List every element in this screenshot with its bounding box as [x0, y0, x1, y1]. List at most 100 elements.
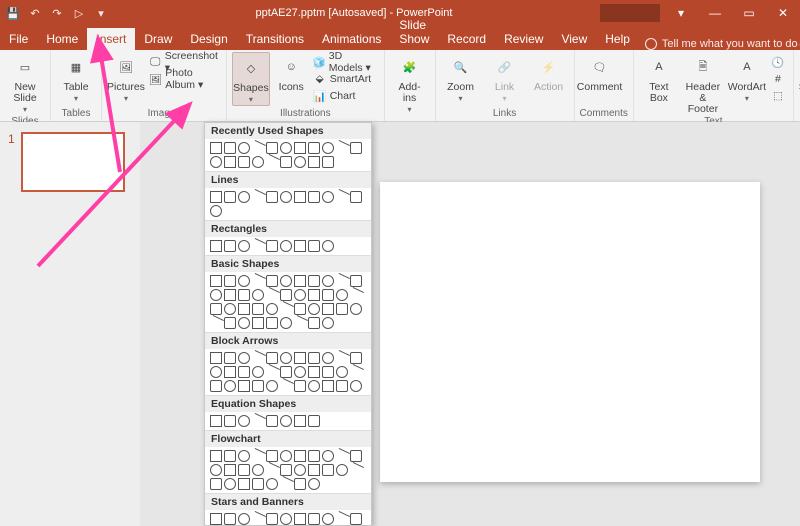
shape-item[interactable]: [322, 156, 334, 168]
maximize-button[interactable]: ▭: [732, 0, 766, 26]
shape-item[interactable]: [238, 352, 250, 364]
shape-item[interactable]: [210, 464, 222, 476]
shape-item[interactable]: [334, 140, 350, 156]
shape-item[interactable]: [322, 366, 334, 378]
shape-item[interactable]: [224, 366, 236, 378]
shape-item[interactable]: [294, 380, 306, 392]
shape-item[interactable]: [250, 273, 266, 289]
shape-item[interactable]: [322, 303, 334, 315]
shape-item[interactable]: [336, 380, 348, 392]
shape-item[interactable]: [322, 352, 334, 364]
shape-item[interactable]: [238, 450, 250, 462]
shape-item[interactable]: [294, 191, 306, 203]
shape-item[interactable]: [334, 350, 350, 366]
close-button[interactable]: ✕: [766, 0, 800, 26]
shape-item[interactable]: [294, 450, 306, 462]
undo-icon[interactable]: ↶: [28, 6, 42, 20]
shape-item[interactable]: [322, 317, 334, 329]
shape-item[interactable]: [238, 303, 250, 315]
shape-item[interactable]: [278, 378, 294, 394]
shape-item[interactable]: [210, 275, 222, 287]
shape-item[interactable]: [322, 513, 334, 525]
shape-item[interactable]: [348, 364, 364, 380]
tab-animations[interactable]: Animations: [313, 28, 390, 50]
shape-item[interactable]: [348, 462, 364, 478]
shape-item[interactable]: [334, 189, 350, 205]
shape-item[interactable]: [264, 364, 280, 380]
shape-item[interactable]: [264, 154, 280, 170]
shape-item[interactable]: [238, 240, 250, 252]
models-button[interactable]: 🧊3D Models ▾: [313, 54, 379, 70]
header-button[interactable]: 🗎Header& Footer: [683, 52, 723, 115]
shape-item[interactable]: [224, 478, 236, 490]
shape-item[interactable]: [210, 415, 222, 427]
shape-item[interactable]: [210, 450, 222, 462]
redo-icon[interactable]: ↷: [50, 6, 64, 20]
shape-item[interactable]: [252, 464, 264, 476]
shape-item[interactable]: [280, 240, 292, 252]
shape-item[interactable]: [238, 464, 250, 476]
smartart-button[interactable]: ⬙SmartArt: [313, 71, 379, 87]
shape-item[interactable]: [266, 380, 278, 392]
shape-item[interactable]: [280, 366, 292, 378]
shape-item[interactable]: [250, 413, 266, 429]
shape-item[interactable]: [266, 191, 278, 203]
shape-item[interactable]: [278, 476, 294, 492]
shape-item[interactable]: [278, 301, 294, 317]
icons-button[interactable]: ☺Icons: [274, 52, 309, 93]
shape-item[interactable]: [292, 315, 308, 331]
photo_album-button[interactable]: 🖼Photo Album ▾: [149, 71, 221, 87]
shape-item[interactable]: [238, 191, 250, 203]
obj-button[interactable]: ⬚: [771, 88, 788, 104]
shape-item[interactable]: [250, 140, 266, 156]
slide-canvas[interactable]: [380, 182, 760, 482]
shape-item[interactable]: [280, 317, 292, 329]
shape-item[interactable]: [308, 366, 320, 378]
shape-item[interactable]: [252, 478, 264, 490]
shape-item[interactable]: [308, 478, 320, 490]
shape-item[interactable]: [336, 289, 348, 301]
shape-item[interactable]: [308, 142, 320, 154]
shape-item[interactable]: [252, 289, 264, 301]
shape-item[interactable]: [294, 478, 306, 490]
shape-item[interactable]: [238, 415, 250, 427]
shape-item[interactable]: [336, 303, 348, 315]
shape-item[interactable]: [224, 352, 236, 364]
shape-item[interactable]: [308, 464, 320, 476]
shape-item[interactable]: [294, 352, 306, 364]
tab-draw[interactable]: Draw: [135, 28, 181, 50]
shape-item[interactable]: [210, 513, 222, 525]
shape-item[interactable]: [294, 415, 306, 427]
shape-item[interactable]: [294, 303, 306, 315]
shape-item[interactable]: [252, 156, 264, 168]
shape-item[interactable]: [294, 240, 306, 252]
user-account[interactable]: [600, 4, 660, 22]
tab-help[interactable]: Help: [596, 28, 639, 50]
shape-item[interactable]: [322, 240, 334, 252]
shape-item[interactable]: [336, 464, 348, 476]
shape-item[interactable]: [350, 450, 362, 462]
shape-item[interactable]: [224, 240, 236, 252]
shape-item[interactable]: [266, 303, 278, 315]
shape-item[interactable]: [308, 275, 320, 287]
shape-item[interactable]: [280, 156, 292, 168]
shapes-button[interactable]: ◇Shapes: [232, 52, 270, 106]
shape-item[interactable]: [210, 142, 222, 154]
shape-item[interactable]: [210, 352, 222, 364]
zoom-button[interactable]: 🔍Zoom: [441, 52, 481, 104]
tell-me-search[interactable]: Tell me what you want to do: [645, 38, 798, 50]
shape-item[interactable]: [252, 366, 264, 378]
shape-item[interactable]: [224, 380, 236, 392]
save-icon[interactable]: 💾: [6, 6, 20, 20]
shape-item[interactable]: [280, 415, 292, 427]
shape-item[interactable]: [266, 352, 278, 364]
shape-item[interactable]: [250, 189, 266, 205]
shape-item[interactable]: [224, 275, 236, 287]
shape-item[interactable]: [224, 303, 236, 315]
shape-item[interactable]: [238, 380, 250, 392]
tab-review[interactable]: Review: [495, 28, 552, 50]
start-slideshow-icon[interactable]: ▷: [72, 6, 86, 20]
textbox-button[interactable]: ATextBox: [639, 52, 679, 104]
shape-item[interactable]: [238, 366, 250, 378]
shape-item[interactable]: [350, 352, 362, 364]
